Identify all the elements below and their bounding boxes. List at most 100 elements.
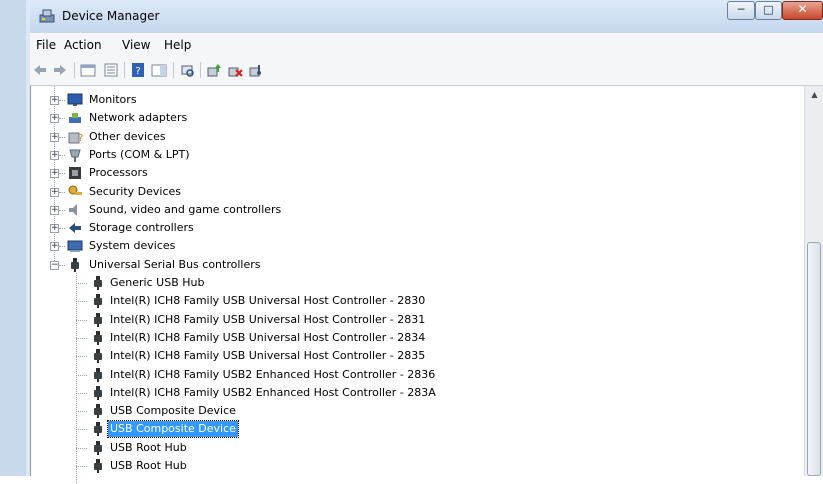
network-adapter-icon xyxy=(67,110,83,126)
usb-device-label: Intel(R) ICH8 Family USB Universal Host … xyxy=(110,294,426,308)
tree-category-processor[interactable]: + Processors xyxy=(31,164,731,182)
tree-connector-line xyxy=(59,118,65,120)
tree-connector-line xyxy=(76,374,87,377)
expand-icon[interactable]: + xyxy=(50,187,59,197)
usb-device-item[interactable]: Intel(R) ICH8 Family USB Universal Host … xyxy=(31,311,731,329)
security-device-icon xyxy=(67,184,83,200)
minimize-button[interactable]: ─ xyxy=(727,1,755,20)
svg-text:?: ? xyxy=(78,133,83,144)
vertical-scrollbar[interactable]: ▲ xyxy=(804,86,823,476)
scan-hardware-icon[interactable] xyxy=(179,62,195,78)
menu-action[interactable]: Action xyxy=(64,38,102,52)
close-button[interactable]: ✕ xyxy=(782,1,823,20)
help-icon[interactable]: ? xyxy=(130,62,146,78)
tree-category-system-devices[interactable]: + System devices xyxy=(31,237,731,255)
usb-device-icon xyxy=(90,348,106,364)
usb-device-label: Intel(R) ICH8 Family USB2 Enhanced Host … xyxy=(110,385,436,399)
usb-device-item[interactable]: USB Composite Device xyxy=(31,402,731,420)
tree-connector-line xyxy=(76,283,87,285)
selected-device-label: USB Composite Device xyxy=(107,420,239,439)
tree-category-monitor[interactable]: + Monitors xyxy=(31,91,731,109)
collapse-icon[interactable]: − xyxy=(50,260,59,270)
usb-device-label: USB Composite Device xyxy=(110,404,236,418)
tree-category-label: Ports (COM & LPT) xyxy=(89,147,190,161)
expand-icon[interactable]: + xyxy=(50,169,59,179)
title-bar[interactable]: Device Manager ─ □ ✕ xyxy=(30,0,823,33)
expand-icon[interactable]: + xyxy=(50,224,59,234)
usb-device-item[interactable]: USB Composite Device xyxy=(31,420,731,439)
other-devices-icon: ? xyxy=(67,129,83,145)
device-manager-window: Device Manager ─ □ ✕ File Action View He… xyxy=(0,0,823,484)
svg-text:?: ? xyxy=(135,66,140,77)
usb-device-icon xyxy=(90,385,106,401)
tree-connector-line xyxy=(59,228,65,230)
tree-category-other-devices[interactable]: +? Other devices xyxy=(31,128,731,146)
disable-icon[interactable] xyxy=(248,62,264,78)
tree-category-label: Network adapters xyxy=(89,111,188,125)
usb-device-item[interactable]: Intel(R) ICH8 Family USB2 Enhanced Host … xyxy=(31,384,731,402)
tree-connector-line xyxy=(59,209,65,212)
usb-device-item[interactable]: Intel(R) ICH8 Family USB Universal Host … xyxy=(31,292,731,310)
expand-icon[interactable]: + xyxy=(50,96,59,105)
scroll-up-button[interactable]: ▲ xyxy=(805,86,823,103)
tree-connector-line xyxy=(59,246,65,248)
expand-icon[interactable]: + xyxy=(50,150,59,160)
expand-icon[interactable]: + xyxy=(50,242,59,252)
back-icon[interactable] xyxy=(32,62,48,78)
device-tree[interactable]: + Monitors + Network adapters +? Other device… xyxy=(30,86,805,484)
tree-category-label: Security Devices xyxy=(89,184,182,198)
show-hide-action-pane-icon[interactable] xyxy=(151,62,167,78)
tree-category-storage[interactable]: + Storage controllers xyxy=(31,219,731,237)
tree-connector-line xyxy=(59,136,65,139)
menu-bar: File Action View Help xyxy=(30,33,823,57)
toolbar-separator xyxy=(200,62,201,78)
toolbar-separator xyxy=(124,62,125,78)
usb-device-item[interactable]: Intel(R) ICH8 Family USB2 Enhanced Host … xyxy=(31,366,731,384)
scroll-up-arrow-icon: ▲ xyxy=(811,90,818,99)
tree-category-network-adapter[interactable]: + Network adapters xyxy=(31,109,731,127)
usb-device-item[interactable]: USB Root Hub xyxy=(31,439,731,457)
usb-device-item[interactable]: Generic USB Hub xyxy=(31,274,731,292)
usb-device-icon xyxy=(90,312,106,328)
tree-category-port[interactable]: + Ports (COM & LPT) xyxy=(31,146,731,164)
menu-help[interactable]: Help xyxy=(164,38,191,52)
tree-connector-line xyxy=(76,319,87,322)
menu-file[interactable]: File xyxy=(36,38,56,52)
tree-category-usb[interactable]: − Universal Serial Bus controllers xyxy=(31,256,731,274)
toolbar-separator xyxy=(74,62,75,78)
tree-category-security-device[interactable]: + Security Devices xyxy=(31,183,731,201)
processor-icon xyxy=(67,165,83,181)
tree-category-sound[interactable]: + Sound, video and game controllers xyxy=(31,201,731,219)
properties-icon[interactable] xyxy=(103,62,119,78)
tree-connector-line xyxy=(76,356,87,358)
forward-icon[interactable] xyxy=(52,62,68,78)
expand-icon[interactable]: + xyxy=(50,132,59,142)
toolbar-separator xyxy=(173,62,174,78)
tree-connector-line xyxy=(59,264,65,267)
usb-icon xyxy=(67,257,83,273)
storage-icon xyxy=(67,220,83,236)
expand-icon[interactable]: + xyxy=(50,205,59,215)
device-manager-app-icon xyxy=(39,9,55,23)
show-hide-tree-icon[interactable] xyxy=(80,62,96,78)
usb-device-icon xyxy=(90,330,106,346)
tree-category-label: Other devices xyxy=(89,129,166,143)
tree-connector-line xyxy=(76,301,87,303)
menu-view[interactable]: View xyxy=(122,38,150,52)
usb-device-label: Intel(R) ICH8 Family USB Universal Host … xyxy=(110,349,426,363)
uninstall-icon[interactable] xyxy=(227,62,243,78)
usb-device-item[interactable]: Intel(R) ICH8 Family USB Universal Host … xyxy=(31,329,731,347)
usb-device-item[interactable]: Intel(R) ICH8 Family USB Universal Host … xyxy=(31,347,731,365)
maximize-button[interactable]: □ xyxy=(755,1,782,20)
tree-connector-line xyxy=(76,429,87,431)
sound-icon xyxy=(67,202,83,218)
tree-connector-line xyxy=(76,392,87,395)
tree-connector-line xyxy=(59,154,65,157)
minimize-icon: ─ xyxy=(737,3,745,16)
close-icon: ✕ xyxy=(797,2,808,16)
usb-device-item[interactable]: USB Root Hub xyxy=(31,457,731,475)
expand-icon[interactable]: + xyxy=(50,114,59,124)
update-driver-icon[interactable] xyxy=(206,62,222,78)
scroll-thumb[interactable] xyxy=(807,242,821,476)
tree-connector-line xyxy=(76,337,87,340)
